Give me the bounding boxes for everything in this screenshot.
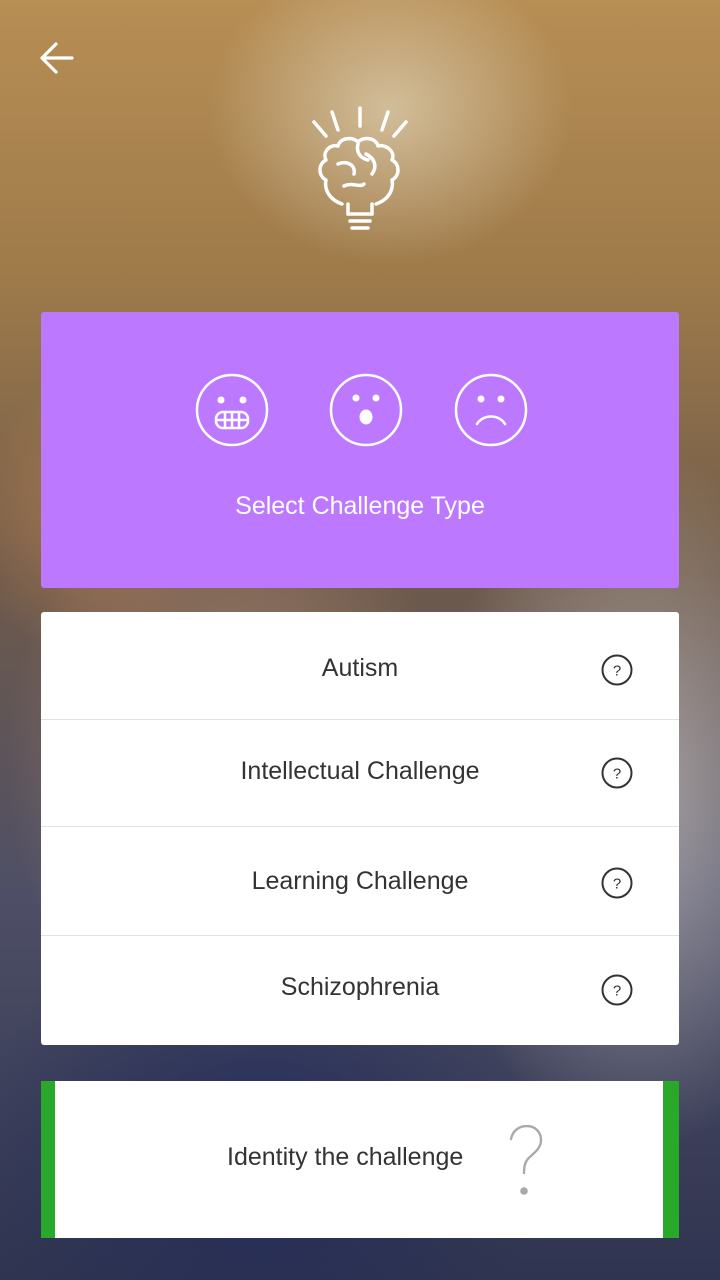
brain-lightbulb-icon <box>308 104 412 234</box>
question-circle-icon: ? <box>601 654 633 686</box>
accent-bar-left <box>41 1081 55 1238</box>
list-item-learning-challenge[interactable]: Learning Challenge ? <box>41 827 679 936</box>
question-circle-icon: ? <box>601 974 633 1006</box>
sad-face-button[interactable] <box>453 372 529 448</box>
identify-challenge-button[interactable]: Identity the challenge <box>41 1081 679 1238</box>
help-button[interactable]: ? <box>601 757 633 789</box>
surprised-face-icon <box>329 373 403 447</box>
list-item-schizophrenia[interactable]: Schizophrenia ? <box>41 936 679 1045</box>
arrow-left-icon <box>40 42 74 74</box>
help-button[interactable]: ? <box>601 974 633 1006</box>
question-circle-icon: ? <box>601 757 633 789</box>
grin-face-icon <box>195 373 269 447</box>
list-item-intellectual-challenge[interactable]: Intellectual Challenge ? <box>41 720 679 827</box>
svg-text:?: ? <box>613 663 621 680</box>
help-button[interactable]: ? <box>601 654 633 686</box>
sad-face-icon <box>454 373 528 447</box>
back-button[interactable] <box>38 38 78 78</box>
challenge-type-card: Select Challenge Type <box>41 312 679 588</box>
identify-challenge-label: Identity the challenge <box>227 1143 464 1171</box>
question-circle-icon: ? <box>601 867 633 899</box>
svg-text:?: ? <box>613 983 621 1000</box>
surprised-face-button[interactable] <box>328 372 404 448</box>
accent-bar-right <box>663 1081 679 1238</box>
list-item-autism[interactable]: Autism ? <box>41 612 679 720</box>
challenge-list: Autism ? Intellectual Challenge ? Learni… <box>41 612 679 1045</box>
question-mark-icon <box>507 1124 543 1199</box>
svg-text:?: ? <box>613 766 621 783</box>
face-selector <box>41 372 679 448</box>
grin-face-button[interactable] <box>194 372 270 448</box>
svg-text:?: ? <box>613 876 621 893</box>
select-challenge-type-title: Select Challenge Type <box>235 492 485 520</box>
help-button[interactable]: ? <box>601 867 633 899</box>
list-item-label: Autism <box>321 654 399 682</box>
list-item-label: Learning Challenge <box>251 867 469 895</box>
list-item-label: Intellectual Challenge <box>240 757 480 785</box>
list-item-label: Schizophrenia <box>280 973 440 1001</box>
